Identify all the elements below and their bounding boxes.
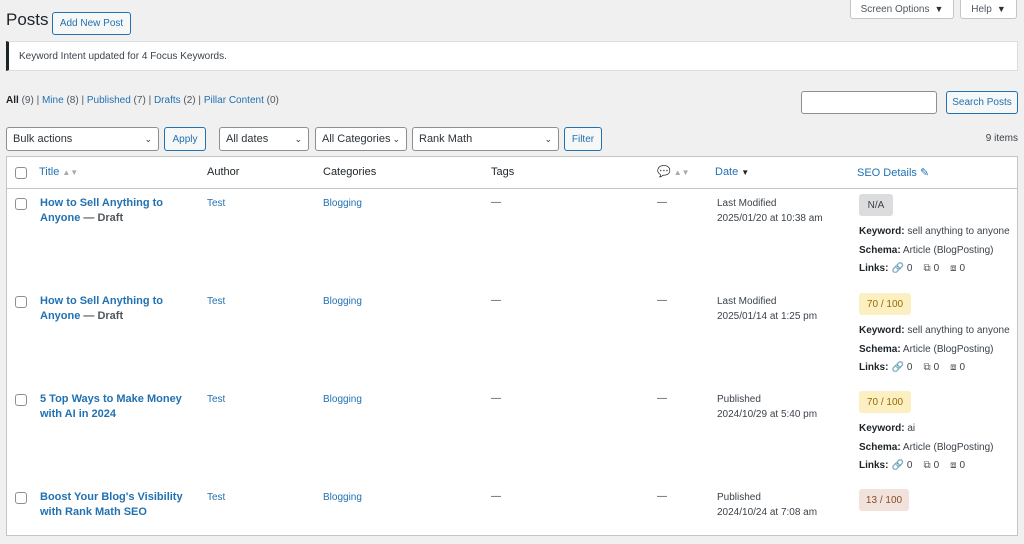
category-link[interactable]: Blogging	[323, 394, 362, 405]
post-title-link[interactable]: Boost Your Blog's Visibility with Rank Ma…	[40, 490, 200, 520]
seo-links: Links: 🔗 0 ⧉ 0 ⧈ 0	[859, 362, 966, 373]
post-title-link[interactable]: How to Sell Anything to Anyone — Draft	[40, 196, 190, 226]
date-cell: Published 2024/10/29 at 5:40 pm	[717, 394, 818, 420]
incoming-link-icon: ⧈	[950, 460, 957, 471]
seo-score-badge: N/A	[859, 194, 893, 216]
screen-options-button[interactable]: Screen Options ▼	[850, 0, 954, 19]
sort-desc-icon: ▼	[741, 168, 750, 177]
select-all-checkbox[interactable]	[15, 167, 27, 179]
help-button[interactable]: Help ▼	[960, 0, 1017, 19]
column-date[interactable]: Date ▼	[715, 166, 749, 178]
external-link-icon: ⧉	[923, 263, 931, 274]
seo-schema: Schema: Article (BlogPosting)	[859, 344, 994, 355]
posts-table: Title ▲▼ Author Categories Tags 💬 ▲▼ Date ▼…	[6, 156, 1018, 536]
chevron-down-icon: ⌄	[294, 133, 302, 144]
post-title-link[interactable]: How to Sell Anything to Anyone — Draft	[40, 294, 190, 324]
row-checkbox[interactable]	[15, 394, 27, 406]
column-tags: Tags	[491, 166, 515, 178]
search-posts-button[interactable]: Search Posts	[946, 91, 1018, 114]
update-notice: Keyword Intent updated for 4 Focus Keywo…	[6, 41, 1018, 71]
column-seo-details[interactable]: SEO Details ✎	[857, 166, 929, 179]
category-link[interactable]: Blogging	[323, 296, 362, 307]
seo-score-badge: 13 / 100	[859, 489, 909, 511]
tags-value: —	[491, 295, 501, 306]
chevron-down-icon: ⌄	[144, 133, 152, 144]
comment-icon: 💬	[657, 166, 671, 178]
apply-button[interactable]: Apply	[164, 127, 206, 151]
add-new-post-button[interactable]: Add New Post	[52, 12, 131, 35]
column-author: Author	[207, 166, 240, 178]
seo-keyword: Keyword: sell anything to anyone	[859, 325, 1010, 336]
items-count: 9 items	[985, 133, 1018, 144]
author-link[interactable]: Test	[207, 198, 225, 209]
date-cell: Last Modified 2025/01/20 at 10:38 am	[717, 198, 823, 224]
incoming-link-icon: ⧈	[950, 263, 957, 274]
tags-value: —	[491, 197, 501, 208]
filter-published[interactable]: Published (7)	[87, 95, 146, 106]
date-cell: Last Modified 2025/01/14 at 1:25 pm	[717, 296, 818, 322]
seo-score-badge: 70 / 100	[859, 293, 911, 315]
row-checkbox[interactable]	[15, 492, 27, 504]
date-cell: Published 2024/10/24 at 7:08 am	[717, 492, 818, 518]
seo-keyword: Keyword: ai	[859, 423, 916, 434]
search-input[interactable]	[801, 91, 937, 114]
help-label: Help	[971, 3, 992, 15]
seo-schema: Schema: Article (BlogPosting)	[859, 442, 994, 453]
category-link[interactable]: Blogging	[323, 198, 362, 209]
seo-score-badge: 70 / 100	[859, 391, 911, 413]
category-link[interactable]: Blogging	[323, 492, 362, 503]
author-link[interactable]: Test	[207, 296, 225, 307]
status-filters: All (9) | Mine (8) | Published (7) | Dra…	[6, 95, 279, 106]
seo-links: Links: 🔗 0 ⧉ 0 ⧈ 0	[859, 263, 966, 274]
external-link-icon: ⧉	[923, 460, 931, 471]
table-row: Boost Your Blog's Visibility with Rank Ma…	[7, 484, 1017, 544]
row-checkbox[interactable]	[15, 296, 27, 308]
rank-math-select[interactable]: Rank Math ⌄	[412, 127, 559, 151]
internal-link-icon: 🔗	[891, 362, 904, 373]
column-comments[interactable]: 💬 ▲▼	[657, 165, 690, 178]
row-checkbox[interactable]	[15, 198, 27, 210]
seo-schema: Schema: Article (BlogPosting)	[859, 245, 994, 256]
internal-link-icon: 🔗	[891, 263, 904, 274]
page-title: Posts	[6, 10, 49, 29]
screen-options-label: Screen Options	[860, 3, 930, 15]
pencil-icon: ✎	[919, 167, 930, 179]
bulk-actions-select[interactable]: Bulk actions ⌄	[6, 127, 159, 151]
comments-value: —	[657, 197, 667, 208]
comments-value: —	[657, 295, 667, 306]
table-row: 5 Top Ways to Make Money with AI in 2024 …	[7, 386, 1017, 484]
filter-drafts[interactable]: Drafts (2)	[154, 95, 196, 106]
sort-icon: ▲▼	[673, 168, 690, 177]
table-row: How to Sell Anything to Anyone — Draft Te…	[7, 190, 1017, 288]
comments-value: —	[657, 393, 667, 404]
column-title[interactable]: Title ▲▼	[39, 166, 78, 178]
external-link-icon: ⧉	[923, 362, 931, 373]
author-link[interactable]: Test	[207, 394, 225, 405]
internal-link-icon: 🔗	[891, 460, 904, 471]
seo-links: Links: 🔗 0 ⧉ 0 ⧈ 0	[859, 460, 966, 471]
tags-value: —	[491, 491, 501, 502]
comments-value: —	[657, 491, 667, 502]
caret-down-icon: ▼	[996, 4, 1006, 14]
seo-keyword: Keyword: sell anything to anyone	[859, 226, 1010, 237]
sort-icon: ▲▼	[62, 168, 79, 177]
filter-all[interactable]: All (9)	[6, 95, 34, 106]
dates-select[interactable]: All dates ⌄	[219, 127, 309, 151]
caret-down-icon: ▼	[934, 4, 944, 14]
chevron-down-icon: ⌄	[392, 133, 400, 144]
categories-select[interactable]: All Categories ⌄	[315, 127, 407, 151]
author-link[interactable]: Test	[207, 492, 225, 503]
filter-mine[interactable]: Mine (8)	[42, 95, 79, 106]
tags-value: —	[491, 393, 501, 404]
filter-pillar-content[interactable]: Pillar Content (0)	[204, 95, 279, 106]
notice-text: Keyword Intent updated for 4 Focus Keywo…	[19, 50, 227, 62]
column-categories: Categories	[323, 166, 377, 178]
filter-button[interactable]: Filter	[564, 127, 602, 151]
post-title-link[interactable]: 5 Top Ways to Make Money with AI in 2024	[40, 392, 190, 422]
table-header: Title ▲▼ Author Categories Tags 💬 ▲▼ Date ▼…	[7, 157, 1017, 189]
table-row: How to Sell Anything to Anyone — Draft Te…	[7, 288, 1017, 386]
incoming-link-icon: ⧈	[950, 362, 957, 373]
chevron-down-icon: ⌄	[544, 133, 552, 144]
